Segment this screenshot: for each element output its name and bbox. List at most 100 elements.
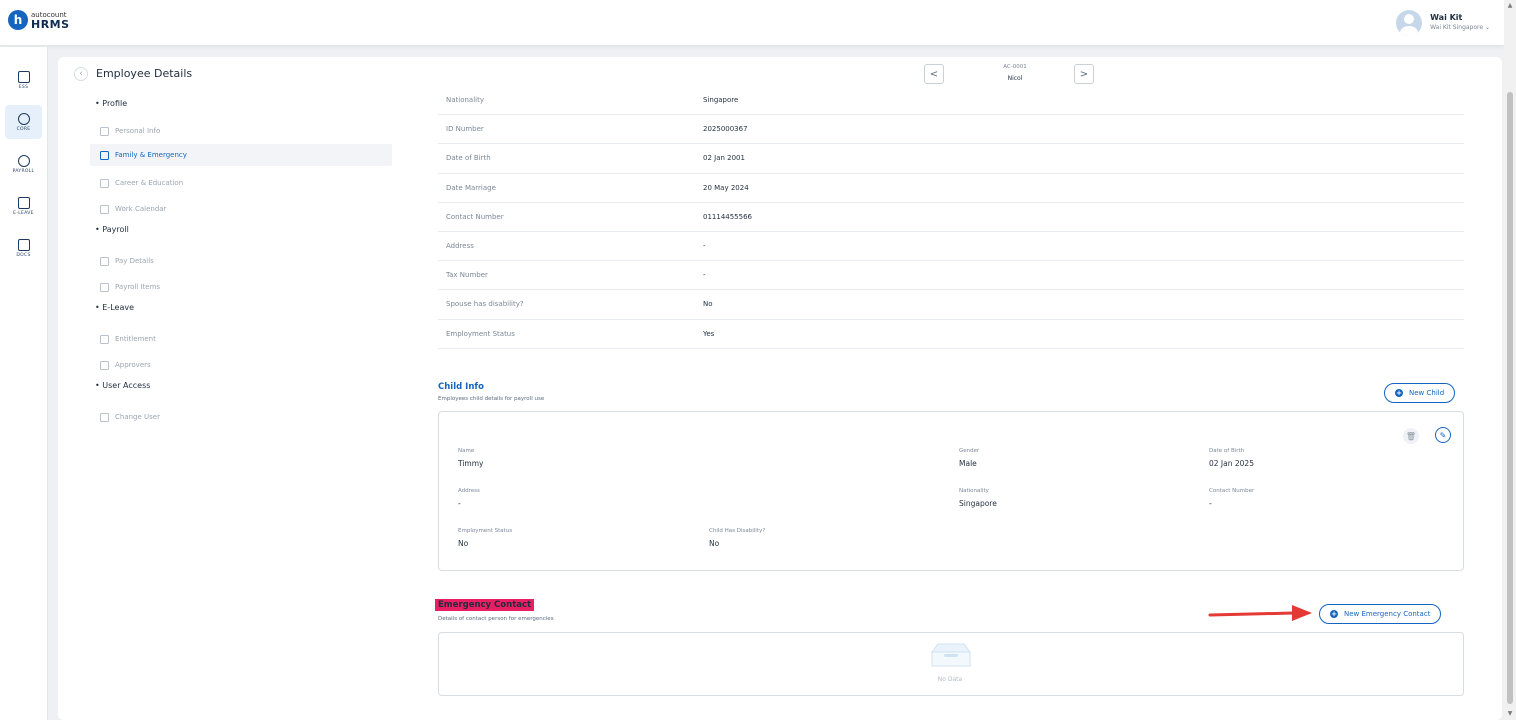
rail-label-docs: DOCS — [16, 252, 31, 258]
detail-label: Date Marriage — [446, 183, 496, 192]
empty-box-icon — [931, 643, 971, 667]
detail-label: Contact Number — [446, 212, 504, 221]
top-bar: h autocount HRMS Wai Kit Wai Kit Singapo… — [0, 0, 1504, 46]
prev-employee-button[interactable]: < — [924, 64, 944, 84]
detail-value: 01114455566 — [703, 212, 752, 221]
red-arrow-annotation — [1208, 605, 1312, 621]
detail-row: Nationality Singapore — [438, 86, 1464, 116]
person-card-icon — [100, 126, 109, 136]
app-logo[interactable]: h autocount HRMS — [8, 10, 70, 30]
back-chevron-icon[interactable]: ‹ — [74, 67, 88, 81]
logo-badge: h — [8, 10, 28, 30]
detail-label: Spouse has disability? — [446, 300, 524, 309]
subnav-item-career-education[interactable]: Career & Education — [90, 170, 392, 196]
subnav-item-family-emergency[interactable]: Family & Emergency — [90, 144, 392, 166]
rail-item-eleave[interactable]: E-LEAVE — [5, 189, 42, 223]
new-emergency-contact-button[interactable]: + New Emergency Contact — [1319, 604, 1442, 624]
child-nationality-label: Nationality — [959, 488, 989, 494]
scroll-down-icon[interactable]: ▼ — [1507, 710, 1513, 717]
detail-label: Tax Number — [446, 271, 488, 280]
rail-item-core[interactable]: CORE — [5, 105, 42, 139]
subnav-item-personal-info[interactable]: Personal Info — [90, 118, 392, 144]
module-rail: ESS CORE PAYROLL E-LEAVE DOCS — [0, 47, 48, 720]
plus-icon: + — [1330, 610, 1338, 618]
career-icon — [100, 178, 109, 188]
scroll-thumb[interactable] — [1507, 92, 1513, 704]
user-name: Wai Kit — [1430, 13, 1463, 22]
rail-label-ess: ESS — [18, 84, 29, 90]
child-contact-value: - — [1209, 499, 1212, 508]
child-contact-label: Contact Number — [1209, 488, 1255, 494]
child-name-label: Name — [458, 448, 475, 454]
child-dob-value: 02 Jan 2025 — [1209, 459, 1254, 468]
detail-value: Singapore — [703, 96, 739, 105]
detail-value: 20 May 2024 — [703, 183, 749, 192]
child-employment-value: No — [458, 539, 469, 548]
subnav-label: Approvers — [115, 361, 151, 369]
logo-big-text: HRMS — [31, 18, 70, 31]
detail-label: ID Number — [446, 125, 484, 134]
rail-item-docs[interactable]: DOCS — [5, 231, 42, 265]
detail-row: Address - — [438, 232, 1464, 262]
detail-value: Yes — [703, 329, 715, 338]
docs-icon — [17, 238, 30, 251]
child-disability-label: Child Has Disability? — [709, 528, 766, 534]
sub-navigation: • Profile Personal Info Family & Emergen… — [90, 96, 392, 430]
detail-label: Address — [446, 242, 474, 251]
subnav-item-work-calendar[interactable]: Work Calendar — [90, 196, 392, 222]
employee-name: Nicol — [1007, 75, 1023, 82]
subnav-label: Change User — [115, 413, 160, 421]
no-data-text: No Data — [937, 676, 963, 683]
employee-code: AC-0001 — [1003, 64, 1027, 70]
child-gender-label: Gender — [959, 448, 980, 454]
new-child-button[interactable]: + New Child — [1384, 383, 1456, 403]
rail-item-payroll[interactable]: PAYROLL — [5, 147, 42, 181]
core-icon — [17, 112, 30, 125]
child-info-subtitle: Employees child details for payroll use — [438, 396, 545, 402]
detail-row: Employment Status Yes — [438, 320, 1464, 349]
user-menu[interactable]: Wai Kit Wai Kit Singapore ⌄ — [1396, 10, 1490, 36]
child-nationality-value: Singapore — [959, 499, 997, 508]
document-icon — [100, 282, 109, 292]
detail-row: Spouse has disability? No — [438, 290, 1464, 320]
detail-row: Date Marriage 20 May 2024 — [438, 174, 1464, 203]
emergency-contact-subtitle: Details of contact person for emergencie… — [438, 616, 554, 622]
subnav-item-approvers[interactable]: Approvers — [90, 352, 392, 378]
family-icon — [100, 150, 109, 160]
page-scrollbar[interactable]: ▲ ▼ — [1504, 0, 1516, 720]
rail-item-ess[interactable]: ESS — [5, 63, 42, 97]
ess-icon — [17, 70, 30, 83]
detail-value: - — [703, 271, 706, 280]
delete-icon[interactable]: 🗑 — [1403, 428, 1419, 444]
detail-value: No — [703, 300, 713, 309]
section-user-access: • User Access — [95, 381, 151, 390]
child-info-title: Child Info — [438, 382, 484, 392]
detail-value: 2025000367 — [703, 125, 748, 134]
avatar[interactable] — [1396, 10, 1423, 36]
detail-row: ID Number 2025000367 — [438, 115, 1464, 145]
child-address-value: - — [458, 499, 461, 508]
child-employment-label: Employment Status — [458, 528, 513, 534]
subnav-item-entitlement[interactable]: Entitlement — [90, 326, 392, 352]
scroll-up-icon[interactable]: ▲ — [1507, 2, 1513, 9]
subnav-item-pay-details[interactable]: Pay Details — [90, 248, 392, 274]
child-gender-value: Male — [959, 459, 977, 468]
subnav-item-payroll-items[interactable]: Payroll Items — [90, 274, 392, 300]
emergency-contact-title: Emergency Contact — [435, 599, 535, 611]
calendar-icon — [17, 196, 30, 209]
subnav-item-change-user[interactable]: Change User — [90, 404, 392, 430]
child-address-label: Address — [458, 488, 480, 494]
payroll-icon — [17, 154, 30, 167]
user-company[interactable]: Wai Kit Singapore ⌄ — [1430, 23, 1490, 33]
detail-row: Contact Number 01114455566 — [438, 203, 1464, 232]
detail-row: Date of Birth 02 Jan 2001 — [438, 144, 1464, 174]
edit-icon[interactable]: ✎ — [1435, 427, 1451, 443]
rail-label-core: CORE — [16, 126, 31, 132]
subnav-label: Payroll Items — [115, 283, 161, 291]
child-dob-label: Date of Birth — [1209, 448, 1245, 454]
next-employee-button[interactable]: > — [1074, 64, 1094, 84]
detail-value: - — [703, 242, 706, 251]
section-eleave: • E-Leave — [95, 303, 134, 312]
bank-icon — [100, 256, 109, 266]
child-disability-value: No — [709, 539, 720, 548]
